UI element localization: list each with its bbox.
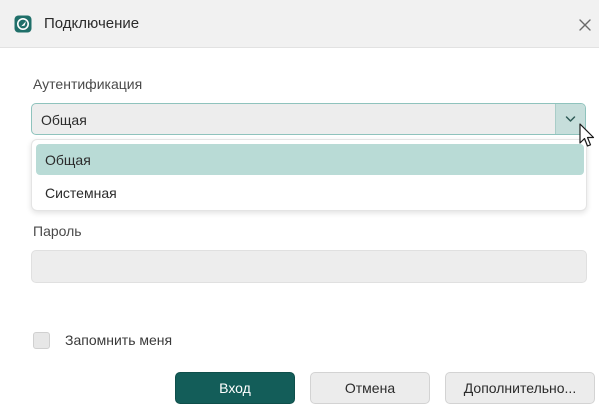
auth-select[interactable]: Общая: [31, 103, 586, 135]
advanced-button[interactable]: Дополнительно...: [445, 372, 595, 404]
cancel-button[interactable]: Отмена: [310, 372, 430, 404]
password-field[interactable]: [31, 250, 587, 283]
title-bar: Подключение: [0, 0, 599, 48]
app-logo-icon: [14, 15, 32, 33]
auth-select-value: Общая: [41, 112, 87, 128]
option-label: Общая: [45, 152, 91, 168]
auth-option-general[interactable]: Общая: [36, 144, 584, 175]
window-title: Подключение: [44, 15, 140, 32]
auth-dropdown-list: Общая Системная: [31, 139, 587, 211]
close-icon[interactable]: [578, 18, 592, 32]
auth-label: Аутентификация: [33, 76, 143, 92]
remember-me-checkbox[interactable]: [33, 332, 50, 349]
password-label: Пароль: [33, 223, 82, 239]
connection-dialog: Подключение Аутентификация Общая Общая С…: [0, 0, 599, 414]
mouse-cursor-icon: [578, 123, 596, 151]
auth-option-system[interactable]: Системная: [36, 177, 584, 208]
option-label: Системная: [45, 185, 117, 201]
login-button[interactable]: Вход: [175, 372, 295, 404]
remember-me-label[interactable]: Запомнить меня: [65, 332, 172, 348]
